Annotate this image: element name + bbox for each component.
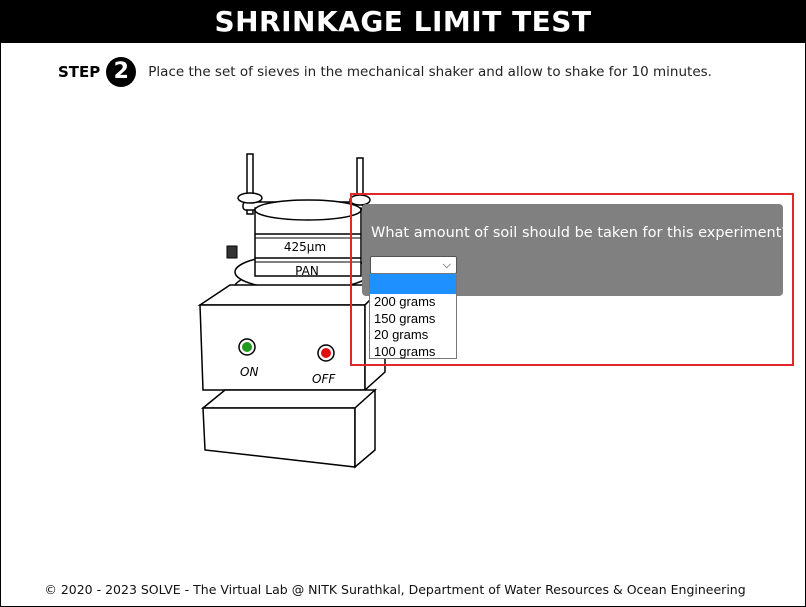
on-button — [242, 342, 252, 352]
page-title: SHRINKAGE LIMIT TEST — [1, 1, 805, 43]
option-20-grams[interactable]: 20 grams — [370, 327, 456, 344]
soil-amount-select[interactable]: ⌵ — [370, 256, 457, 274]
option-100-grams[interactable]: 100 grams — [370, 344, 456, 361]
body-front — [199, 304, 366, 391]
plinth-top — [200, 389, 377, 409]
off-label: OFF — [312, 372, 336, 386]
option-200-grams[interactable]: 200 grams — [370, 294, 456, 311]
step-text: Place the set of sieves in the mechanica… — [148, 64, 712, 80]
question-text: What amount of soil should be taken for … — [371, 225, 790, 241]
left-knob — [237, 192, 263, 204]
chevron-down-icon: ⌵ — [442, 258, 451, 271]
top-sieve-rim — [254, 199, 362, 221]
on-label: ON — [240, 365, 258, 379]
step-label: STEP — [58, 63, 101, 81]
pan-label: PAN — [295, 264, 319, 278]
step-instruction: STEP 2 Place the set of sieves in the me… — [58, 56, 712, 88]
option-150-grams[interactable]: 150 grams — [370, 311, 456, 328]
side-knob — [226, 245, 238, 259]
soil-amount-dropdown[interactable]: 200 grams 150 grams 20 grams 100 grams — [369, 273, 457, 359]
sieve-size-label: 425µm — [284, 240, 326, 254]
off-button — [321, 348, 331, 358]
plinth-front — [202, 407, 356, 468]
option-blank[interactable] — [370, 274, 456, 294]
step-number-badge: 2 — [106, 57, 137, 87]
footer-copyright: © 2020 - 2023 SOLVE - The Virtual Lab @ … — [44, 582, 746, 597]
